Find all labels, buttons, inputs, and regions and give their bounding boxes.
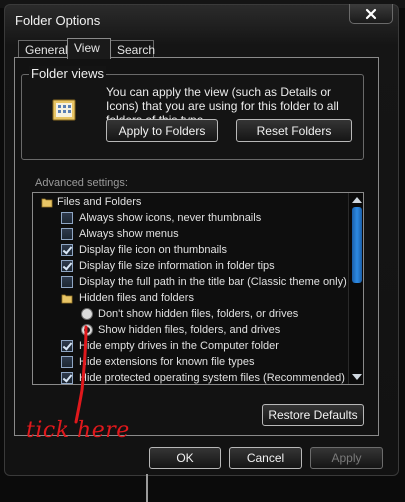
tree-item-label: Hidden files and folders (79, 292, 194, 304)
tree-folder-hidden-files: Hidden files and folders (33, 290, 349, 306)
scroll-thumb[interactable] (352, 207, 362, 283)
option-hide-empty-drives[interactable]: Hide empty drives in the Computer folder (33, 338, 349, 354)
folder-views-title: Folder views (29, 66, 106, 81)
option-label: Don't show hidden files, folders, or dri… (98, 308, 299, 320)
option-label: Hide empty drives in the Computer folder (79, 340, 279, 352)
close-icon (365, 8, 377, 19)
tab-search[interactable]: Search (110, 40, 155, 58)
option-label: Hide protected operating system files (R… (79, 372, 345, 384)
checkbox[interactable] (61, 372, 73, 384)
dialog-title: Folder Options (15, 13, 101, 28)
checkbox[interactable] (61, 228, 73, 240)
restore-defaults-button[interactable]: Restore Defaults (262, 404, 364, 426)
option-hide-protected-files[interactable]: Hide protected operating system files (R… (33, 370, 349, 384)
tree-item-label: Files and Folders (57, 196, 142, 208)
tab-view[interactable]: View (67, 38, 111, 59)
tree-folder-files-and-folders: Files and Folders (33, 194, 349, 210)
annotation-tick-here: tick here (26, 418, 130, 443)
folder-views-icon (52, 99, 76, 121)
option-label: Show hidden files, folders, and drives (98, 324, 281, 336)
checkbox[interactable] (61, 340, 73, 352)
option-label: Display file icon on thumbnails (79, 244, 227, 256)
option-display-file-size[interactable]: Display file size information in folder … (33, 258, 349, 274)
advanced-settings-list[interactable]: Files and Folders Always show icons, nev… (32, 192, 364, 385)
option-always-show-menus[interactable]: Always show menus (33, 226, 349, 242)
cancel-button[interactable]: Cancel (229, 447, 302, 469)
option-display-full-path[interactable]: Display the full path in the title bar (… (33, 274, 349, 290)
folder-icon (61, 294, 73, 304)
option-label: Display file size information in folder … (79, 260, 275, 272)
tab-general[interactable]: General (18, 40, 68, 58)
advanced-settings-items: Files and Folders Always show icons, nev… (33, 194, 349, 384)
close-button[interactable] (349, 4, 393, 24)
apply-to-folders-button[interactable]: Apply to Folders (106, 119, 218, 142)
checkbox[interactable] (61, 244, 73, 256)
checkbox[interactable] (61, 212, 73, 224)
option-display-file-icon[interactable]: Display file icon on thumbnails (33, 242, 349, 258)
vertical-scrollbar[interactable] (348, 193, 363, 384)
radio-button[interactable] (81, 324, 93, 336)
option-show-hidden[interactable]: Show hidden files, folders, and drives (33, 322, 349, 338)
checkbox[interactable] (61, 356, 73, 368)
folder-icon (41, 198, 53, 208)
ok-button[interactable]: OK (149, 447, 221, 469)
advanced-settings-label: Advanced settings: (35, 177, 128, 189)
scroll-up-icon[interactable] (352, 197, 362, 203)
option-always-show-icons[interactable]: Always show icons, never thumbnails (33, 210, 349, 226)
option-label: Display the full path in the title bar (… (79, 276, 347, 288)
scroll-down-icon[interactable] (352, 374, 362, 380)
radio-button[interactable] (81, 308, 93, 320)
option-label: Always show icons, never thumbnails (79, 212, 262, 224)
apply-button[interactable]: Apply (310, 447, 383, 469)
checkbox[interactable] (61, 276, 73, 288)
option-hide-extensions[interactable]: Hide extensions for known file types (33, 354, 349, 370)
folder-views-group: Folder views You can apply the view (suc… (21, 66, 364, 160)
option-label: Always show menus (79, 228, 179, 240)
reset-folders-button[interactable]: Reset Folders (236, 119, 352, 142)
option-label: Hide extensions for known file types (79, 356, 255, 368)
option-dont-show-hidden[interactable]: Don't show hidden files, folders, or dri… (33, 306, 349, 322)
checkbox[interactable] (61, 260, 73, 272)
background-line (146, 474, 148, 502)
